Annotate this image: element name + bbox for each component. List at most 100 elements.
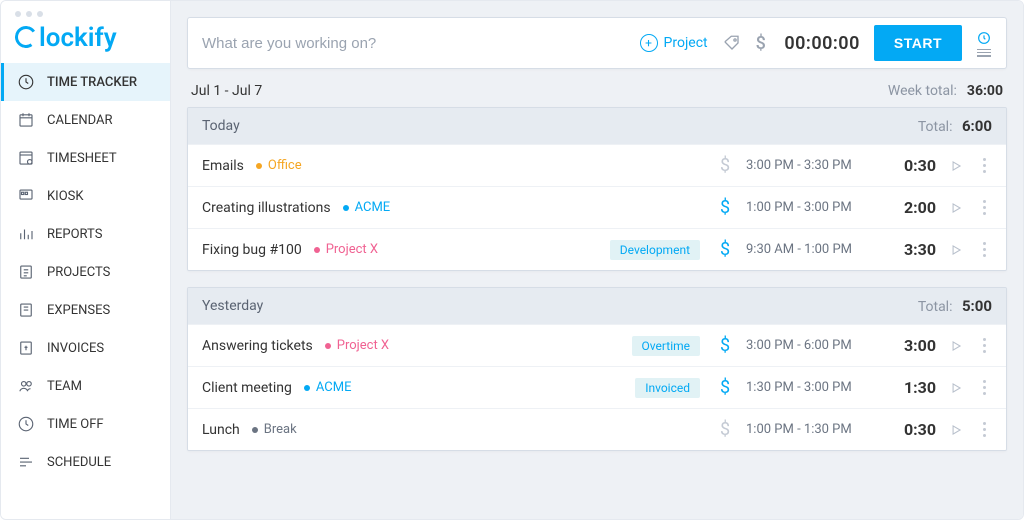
entry-play-button[interactable] <box>946 381 966 395</box>
reports-icon <box>17 225 35 243</box>
project-dot-icon <box>314 247 320 253</box>
entry-billable[interactable]: $ <box>714 197 736 218</box>
entry-billable[interactable]: $ <box>714 419 736 440</box>
entry-project[interactable]: Project X <box>314 242 378 257</box>
projects-icon <box>17 263 35 281</box>
entry-description: Client meeting <box>202 380 292 396</box>
play-icon <box>949 339 963 353</box>
entry-duration: 2:00 <box>886 198 936 217</box>
calendar-icon <box>17 111 35 129</box>
entry-description-cell: Answering ticketsProject X <box>202 338 512 354</box>
entry-more-button[interactable] <box>976 242 992 257</box>
clock-logo-icon <box>13 24 38 49</box>
project-button[interactable]: + Project <box>640 34 708 52</box>
sidebar: lockify TIME TRACKER CALENDAR TIMESHEET … <box>1 1 171 519</box>
sidebar-item-invoices[interactable]: INVOICES <box>1 329 170 367</box>
entry-tag[interactable]: Invoiced <box>635 378 700 398</box>
day-header: TodayTotal: 6:00 <box>188 108 1006 144</box>
date-range: Jul 1 - Jul 7 <box>191 83 262 99</box>
entry-project[interactable]: ACME <box>343 200 391 215</box>
entry-description: Fixing bug #100 <box>202 242 302 258</box>
project-dot-icon <box>343 205 349 211</box>
entry-time-range: 9:30 AM - 1:00 PM <box>746 242 876 257</box>
logo-text: lockify <box>39 23 117 53</box>
sidebar-item-kiosk[interactable]: KIOSK <box>1 177 170 215</box>
entry-project[interactable]: Office <box>256 158 302 173</box>
sidebar-item-schedule[interactable]: SCHEDULE <box>1 443 170 481</box>
entry-project[interactable]: Project X <box>325 338 389 353</box>
time-entry[interactable]: Fixing bug #100 Project X Development $9:30… <box>188 228 1006 270</box>
day-group: YesterdayTotal: 5:00 Answering ticketsPro… <box>187 287 1007 451</box>
play-icon <box>949 423 963 437</box>
invoices-icon <box>17 339 35 357</box>
project-dot-icon <box>256 163 262 169</box>
sidebar-item-label: TEAM <box>47 379 82 394</box>
plus-circle-icon: + <box>640 34 658 52</box>
timer-bar: + Project $ 00:00:00 START <box>187 17 1007 69</box>
entry-duration: 3:30 <box>886 240 936 259</box>
entry-description-cell: LunchBreak <box>202 422 512 438</box>
entry-description: Creating illustrations <box>202 200 331 216</box>
tag-button[interactable] <box>722 33 742 53</box>
entry-billable[interactable]: $ <box>714 155 736 176</box>
entry-tag[interactable]: Overtime <box>632 336 700 356</box>
entry-billable[interactable]: $ <box>714 335 736 356</box>
sidebar-item-label: EXPENSES <box>47 303 110 318</box>
sidebar-item-time-tracker[interactable]: TIME TRACKER <box>1 63 170 101</box>
start-button[interactable]: START <box>874 25 962 61</box>
sidebar-item-projects[interactable]: PROJECTS <box>1 253 170 291</box>
entry-project[interactable]: Break <box>252 422 297 437</box>
sidebar-item-team[interactable]: TEAM <box>1 367 170 405</box>
week-summary: Jul 1 - Jul 7 Week total:36:00 <box>187 83 1007 99</box>
sidebar-item-timesheet[interactable]: TIMESHEET <box>1 139 170 177</box>
app-window: lockify TIME TRACKER CALENDAR TIMESHEET … <box>0 0 1024 520</box>
play-icon <box>949 243 963 257</box>
sidebar-item-label: REPORTS <box>47 227 102 242</box>
sidebar-item-label: TIME OFF <box>47 417 104 432</box>
list-mode-icon <box>977 49 991 57</box>
time-entry[interactable]: EmailsOffice$3:00 PM - 3:30 PM0:30 <box>188 144 1006 186</box>
day-group: TodayTotal: 6:00EmailsOffice$3:00 PM - 3… <box>187 107 1007 271</box>
tag-icon <box>723 34 741 52</box>
project-dot-icon <box>252 427 258 433</box>
entry-duration: 3:00 <box>886 336 936 355</box>
time-entry[interactable]: Answering ticketsProject XOvertime$3:00 … <box>188 324 1006 366</box>
day-total: Total: 6:00 <box>918 117 992 135</box>
entry-duration: 0:30 <box>886 420 936 439</box>
timeoff-icon <box>17 415 35 433</box>
description-input[interactable] <box>202 35 626 52</box>
sidebar-item-calendar[interactable]: CALENDAR <box>1 101 170 139</box>
sidebar-item-label: SCHEDULE <box>47 455 111 470</box>
time-entry[interactable]: LunchBreak$1:00 PM - 1:30 PM0:30 <box>188 408 1006 450</box>
mode-toggle[interactable] <box>976 30 992 57</box>
clock-icon <box>17 73 35 91</box>
entry-play-button[interactable] <box>946 423 966 437</box>
time-entry[interactable]: Client meetingACMEInvoiced$1:30 PM - 3:0… <box>188 366 1006 408</box>
sidebar-item-expenses[interactable]: EXPENSES <box>1 291 170 329</box>
entry-billable[interactable]: $ <box>714 239 736 260</box>
entry-more-button[interactable] <box>976 380 992 395</box>
day-header: YesterdayTotal: 5:00 <box>188 288 1006 324</box>
billable-toggle[interactable]: $ <box>756 33 766 54</box>
entry-tag[interactable]: Development <box>610 240 700 260</box>
entry-billable[interactable]: $ <box>714 377 736 398</box>
entry-play-button[interactable] <box>946 159 966 173</box>
sidebar-nav: TIME TRACKER CALENDAR TIMESHEET KIOSK RE… <box>1 63 170 481</box>
entry-more-button[interactable] <box>976 338 992 353</box>
entry-duration: 0:30 <box>886 156 936 175</box>
entry-play-button[interactable] <box>946 339 966 353</box>
time-entry[interactable]: Creating illustrations ACME $1:00 PM - 3:0… <box>188 186 1006 228</box>
sidebar-item-label: TIMESHEET <box>47 151 117 166</box>
timesheet-icon <box>17 149 35 167</box>
entry-more-button[interactable] <box>976 200 992 215</box>
sidebar-item-reports[interactable]: REPORTS <box>1 215 170 253</box>
entry-play-button[interactable] <box>946 201 966 215</box>
entry-duration: 1:30 <box>886 378 936 397</box>
entry-time-range: 1:00 PM - 3:00 PM <box>746 200 876 215</box>
sidebar-item-time-off[interactable]: TIME OFF <box>1 405 170 443</box>
entry-more-button[interactable] <box>976 422 992 437</box>
sidebar-item-label: KIOSK <box>47 189 84 204</box>
entry-play-button[interactable] <box>946 243 966 257</box>
entry-project[interactable]: ACME <box>304 380 352 395</box>
entry-more-button[interactable] <box>976 158 992 173</box>
